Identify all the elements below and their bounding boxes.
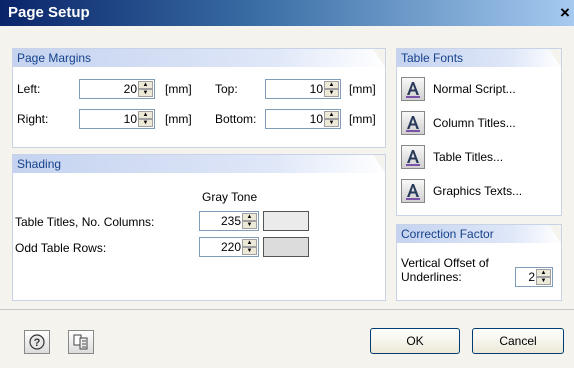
spin-up-icon[interactable]: ▲ xyxy=(138,111,153,119)
spin-up-icon[interactable]: ▲ xyxy=(324,111,339,119)
cancel-button[interactable]: Cancel xyxy=(472,328,564,354)
bottom-margin-spinner[interactable]: 10 ▲ ▼ xyxy=(265,109,341,129)
odd-rows-value: 220 xyxy=(220,240,241,254)
odd-rows-label: Odd Table Rows: xyxy=(15,241,107,255)
spin-down-icon[interactable]: ▼ xyxy=(242,221,257,229)
svg-text:?: ? xyxy=(34,337,41,349)
table-titles-swatch[interactable] xyxy=(263,211,309,231)
spinner-arrows: ▲ ▼ xyxy=(138,111,153,127)
spin-up-icon[interactable]: ▲ xyxy=(324,81,339,89)
odd-rows-swatch[interactable] xyxy=(263,237,309,257)
spinner-arrows: ▲ ▼ xyxy=(242,239,257,255)
help-button[interactable]: ? xyxy=(24,330,50,354)
table-fonts-header: Table Fonts xyxy=(397,49,561,67)
page-margins-group: Page Margins Left: 20 ▲ ▼ [mm] Top: 10 ▲… xyxy=(12,48,386,148)
bottom-margin-label: Bottom: xyxy=(215,112,257,126)
correction-factor-header: Correction Factor xyxy=(397,225,561,243)
footer-divider xyxy=(0,309,574,310)
table-titles-value: 235 xyxy=(220,214,241,228)
spin-up-icon[interactable]: ▲ xyxy=(242,213,257,221)
odd-rows-spinner[interactable]: 220 ▲ ▼ xyxy=(199,237,259,257)
bottom-margin-value: 10 xyxy=(309,112,323,126)
right-margin-spinner[interactable]: 10 ▲ ▼ xyxy=(79,109,155,129)
spinner-arrows: ▲ ▼ xyxy=(536,269,551,285)
table-titles-font-label: Table Titles... xyxy=(433,150,504,164)
spin-down-icon[interactable]: ▼ xyxy=(138,119,153,127)
shading-group: Shading Gray Tone Table Titles, No. Colu… xyxy=(12,154,386,301)
vertical-offset-label-line1: Vertical Offset of xyxy=(401,256,489,270)
shading-header: Shading xyxy=(13,155,385,173)
right-margin-unit: [mm] xyxy=(165,112,192,126)
title-bar: Page Setup × xyxy=(0,0,574,26)
top-margin-label: Top: xyxy=(215,82,238,96)
vertical-offset-value: 2 xyxy=(528,270,535,284)
vertical-offset-label-line2: Underlines: xyxy=(401,270,462,284)
vertical-offset-spinner[interactable]: 2 ▲ ▼ xyxy=(515,267,553,287)
top-margin-spinner[interactable]: 10 ▲ ▼ xyxy=(265,79,341,99)
spinner-arrows: ▲ ▼ xyxy=(242,213,257,229)
font-letter-icon xyxy=(401,179,425,203)
right-margin-value: 10 xyxy=(123,112,137,126)
bottom-margin-unit: [mm] xyxy=(349,112,376,126)
spin-down-icon[interactable]: ▼ xyxy=(138,89,153,97)
spin-up-icon[interactable]: ▲ xyxy=(242,239,257,247)
spin-up-icon[interactable]: ▲ xyxy=(536,269,551,277)
table-titles-label: Table Titles, No. Columns: xyxy=(15,215,155,229)
right-margin-label: Right: xyxy=(17,112,49,126)
left-margin-value: 20 xyxy=(123,82,137,96)
left-margin-label: Left: xyxy=(17,82,41,96)
spinner-arrows: ▲ ▼ xyxy=(138,81,153,97)
spinner-arrows: ▲ ▼ xyxy=(324,111,339,127)
column-titles-label: Column Titles... xyxy=(433,116,516,130)
spinner-arrows: ▲ ▼ xyxy=(324,81,339,97)
spin-up-icon[interactable]: ▲ xyxy=(138,81,153,89)
spin-down-icon[interactable]: ▼ xyxy=(324,119,339,127)
ok-button[interactable]: OK xyxy=(370,328,460,354)
page-settings-icon xyxy=(73,334,88,350)
normal-script-label: Normal Script... xyxy=(433,82,516,96)
top-margin-unit: [mm] xyxy=(349,82,376,96)
table-titles-spinner[interactable]: 235 ▲ ▼ xyxy=(199,211,259,231)
close-button[interactable]: × xyxy=(556,3,574,23)
graphics-texts-label: Graphics Texts... xyxy=(433,184,523,198)
spin-down-icon[interactable]: ▼ xyxy=(324,89,339,97)
gray-tone-label: Gray Tone xyxy=(202,190,258,204)
font-letter-icon xyxy=(401,111,425,135)
left-margin-unit: [mm] xyxy=(165,82,192,96)
spin-down-icon[interactable]: ▼ xyxy=(536,277,551,285)
left-margin-spinner[interactable]: 20 ▲ ▼ xyxy=(79,79,155,99)
table-fonts-group: Table Fonts Normal Script... Column Titl… xyxy=(396,48,562,216)
page-settings-button[interactable] xyxy=(68,330,94,354)
dialog-body: Page Margins Left: 20 ▲ ▼ [mm] Top: 10 ▲… xyxy=(0,26,574,368)
font-letter-icon xyxy=(401,77,425,101)
help-icon: ? xyxy=(29,334,45,350)
font-letter-icon xyxy=(401,145,425,169)
window-title: Page Setup xyxy=(8,4,90,21)
correction-factor-group: Correction Factor Vertical Offset of Und… xyxy=(396,224,562,301)
spin-down-icon[interactable]: ▼ xyxy=(242,247,257,255)
page-margins-header: Page Margins xyxy=(13,49,385,67)
top-margin-value: 10 xyxy=(309,82,323,96)
